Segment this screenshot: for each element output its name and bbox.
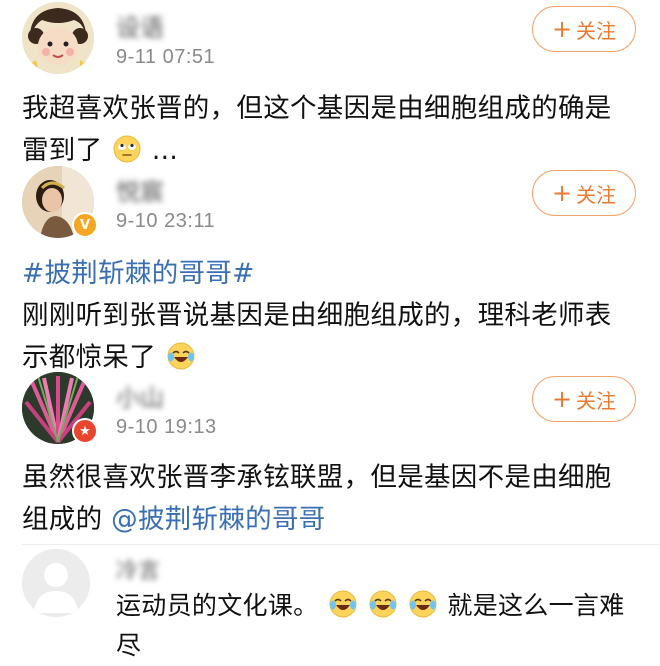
mention-link[interactable]: @披荆斩棘的哥哥 — [111, 504, 325, 535]
laughing-tears-emoji — [329, 590, 357, 618]
reply-text-a: 运动员的文化课。 — [116, 591, 319, 620]
username[interactable]: 悦宸 — [116, 172, 164, 207]
laughing-tears-emoji — [167, 342, 195, 370]
laughing-tears-emoji — [409, 590, 437, 618]
follow-button[interactable]: + 关注 — [532, 6, 636, 52]
post-content: #披荆斩棘的哥哥# 刚刚听到张晋说基因是由细胞组成的，理科老师表示都惊呆了 — [22, 253, 636, 379]
plus-icon: + — [551, 179, 573, 207]
post-text: 刚刚听到张晋说基因是由细胞组成的，理科老师表示都惊呆了 — [22, 300, 612, 373]
follow-button[interactable]: + 关注 — [532, 170, 636, 216]
verified-badge-icon: V — [72, 212, 98, 238]
reply-content: 运动员的文化课。 就是这么一言难尽 — [116, 586, 636, 666]
post-text: 我超喜欢张晋的，但这个基因是由细胞组成的确是雷到了 — [22, 93, 612, 166]
follow-label: 关注 — [576, 182, 617, 207]
username[interactable]: 小山 — [116, 378, 164, 413]
follow-label: 关注 — [576, 18, 617, 43]
follow-label: 关注 — [576, 388, 617, 413]
post-content: 虽然很喜欢张晋李承铉联盟，但是基因不是由细胞组成的 @披荆斩棘的哥哥 — [22, 457, 636, 541]
timestamp: 9-10 23:11 — [116, 210, 216, 232]
avatar[interactable] — [22, 2, 94, 74]
topic-link[interactable]: #披荆斩棘的哥哥# — [22, 253, 636, 295]
post-text-suffix: ... — [151, 135, 179, 166]
avatar[interactable] — [22, 549, 90, 617]
timestamp: 9-11 07:51 — [116, 46, 216, 68]
post-content: 我超喜欢张晋的，但这个基因是由细胞组成的确是雷到了 ... — [22, 88, 636, 172]
follow-button[interactable]: + 关注 — [532, 376, 636, 422]
rolling-eyes-emoji — [113, 135, 141, 163]
divider — [22, 544, 660, 545]
verified-badge-icon: ★ — [72, 418, 98, 444]
laughing-tears-emoji — [369, 590, 397, 618]
plus-icon: + — [551, 15, 573, 43]
username[interactable]: 冷言 — [116, 553, 160, 585]
username[interactable]: 设语 — [116, 8, 164, 43]
timestamp: 9-10 19:13 — [116, 416, 217, 438]
plus-icon: + — [551, 385, 573, 413]
